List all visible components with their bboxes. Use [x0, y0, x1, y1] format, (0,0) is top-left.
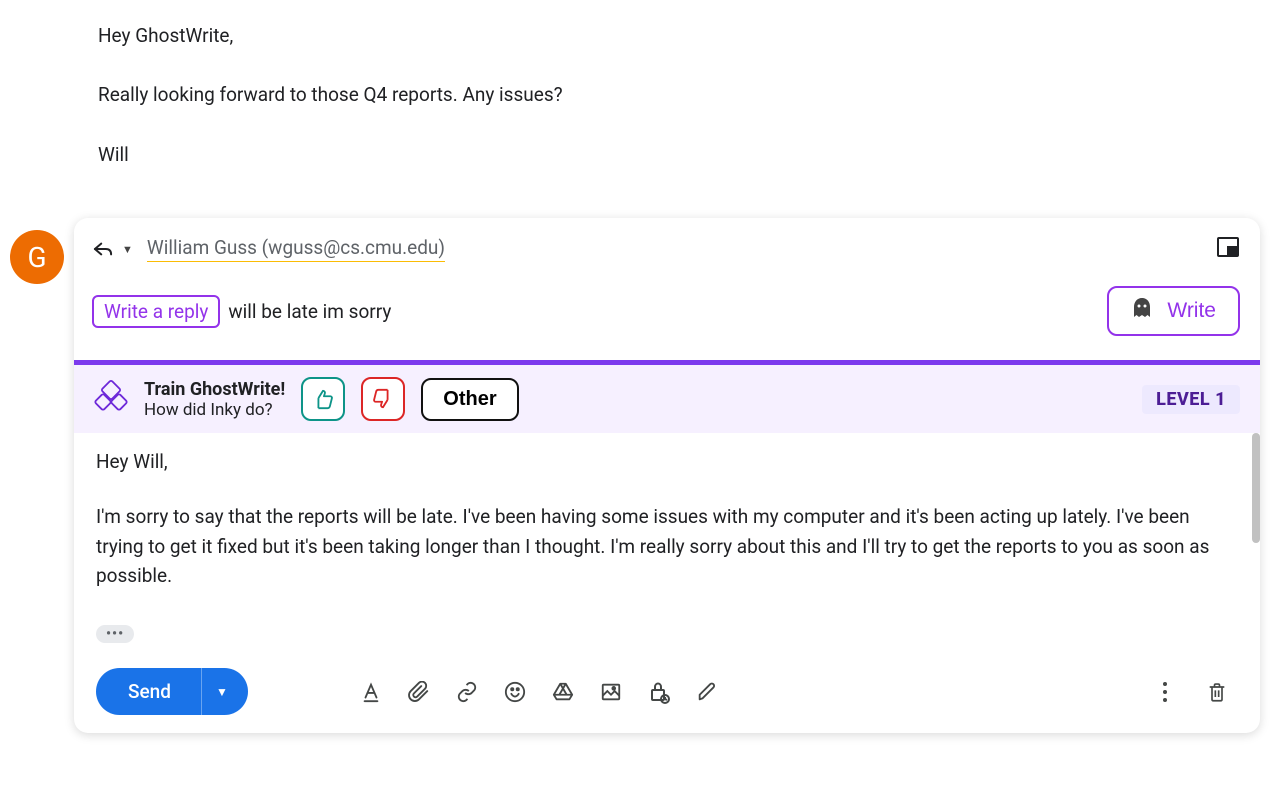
write-button[interactable]: Write: [1107, 286, 1240, 336]
compose-toolbar: Send ▼: [74, 650, 1260, 733]
reply-type-dropdown[interactable]: ▼: [122, 243, 139, 256]
prompt-input-text[interactable]: will be late im sorry: [228, 300, 391, 323]
thumbs-down-button[interactable]: [361, 377, 405, 421]
write-reply-chip[interactable]: Write a reply: [92, 295, 220, 328]
avatar[interactable]: G: [10, 230, 64, 284]
discard-icon[interactable]: [1196, 675, 1238, 709]
send-button-label: Send: [96, 668, 202, 715]
original-line: Will: [98, 139, 1280, 170]
send-button[interactable]: Send ▼: [96, 668, 248, 715]
send-options-dropdown[interactable]: ▼: [202, 673, 248, 711]
emoji-icon[interactable]: [494, 675, 536, 709]
confidential-icon[interactable]: [638, 675, 680, 709]
image-icon[interactable]: [590, 675, 632, 709]
original-line: Hey GhostWrite,: [98, 20, 1280, 51]
drive-icon[interactable]: [542, 675, 584, 709]
level-badge: LEVEL 1: [1142, 385, 1240, 414]
reply-composer: ▼ William Guss (wguss@cs.cmu.edu) Write …: [74, 218, 1260, 733]
thumbs-up-button[interactable]: [301, 377, 345, 421]
ghostwrite-logo-icon: [94, 380, 128, 418]
attach-icon[interactable]: [398, 675, 440, 709]
pen-icon[interactable]: [686, 675, 728, 709]
write-button-label: Write: [1167, 299, 1216, 323]
popout-icon[interactable]: [1216, 236, 1240, 262]
original-line: Really looking forward to those Q4 repor…: [98, 79, 1280, 110]
link-icon[interactable]: [446, 675, 488, 709]
formatting-icon[interactable]: [350, 675, 392, 709]
avatar-initial: G: [27, 241, 46, 274]
recipient-field[interactable]: William Guss (wguss@cs.cmu.edu): [147, 236, 445, 262]
feedback-bar: Train GhostWrite! How did Inky do? Other…: [74, 365, 1260, 433]
compose-greeting: Hey Will,: [96, 447, 1238, 476]
reply-type-icon[interactable]: [92, 238, 114, 260]
ghost-icon: [1131, 296, 1153, 326]
feedback-other-button[interactable]: Other: [421, 378, 518, 421]
original-email-body: Hey GhostWrite, Really looking forward t…: [0, 0, 1280, 218]
scrollbar-thumb[interactable]: [1252, 433, 1260, 543]
compose-paragraph: I'm sorry to say that the reports will b…: [96, 502, 1238, 590]
feedback-title: Train GhostWrite!: [144, 379, 285, 400]
more-options-icon[interactable]: [1144, 675, 1186, 709]
show-trimmed-button[interactable]: •••: [96, 625, 134, 643]
compose-body[interactable]: Hey Will, I'm sorry to say that the repo…: [74, 433, 1260, 650]
feedback-subtitle: How did Inky do?: [144, 400, 285, 420]
